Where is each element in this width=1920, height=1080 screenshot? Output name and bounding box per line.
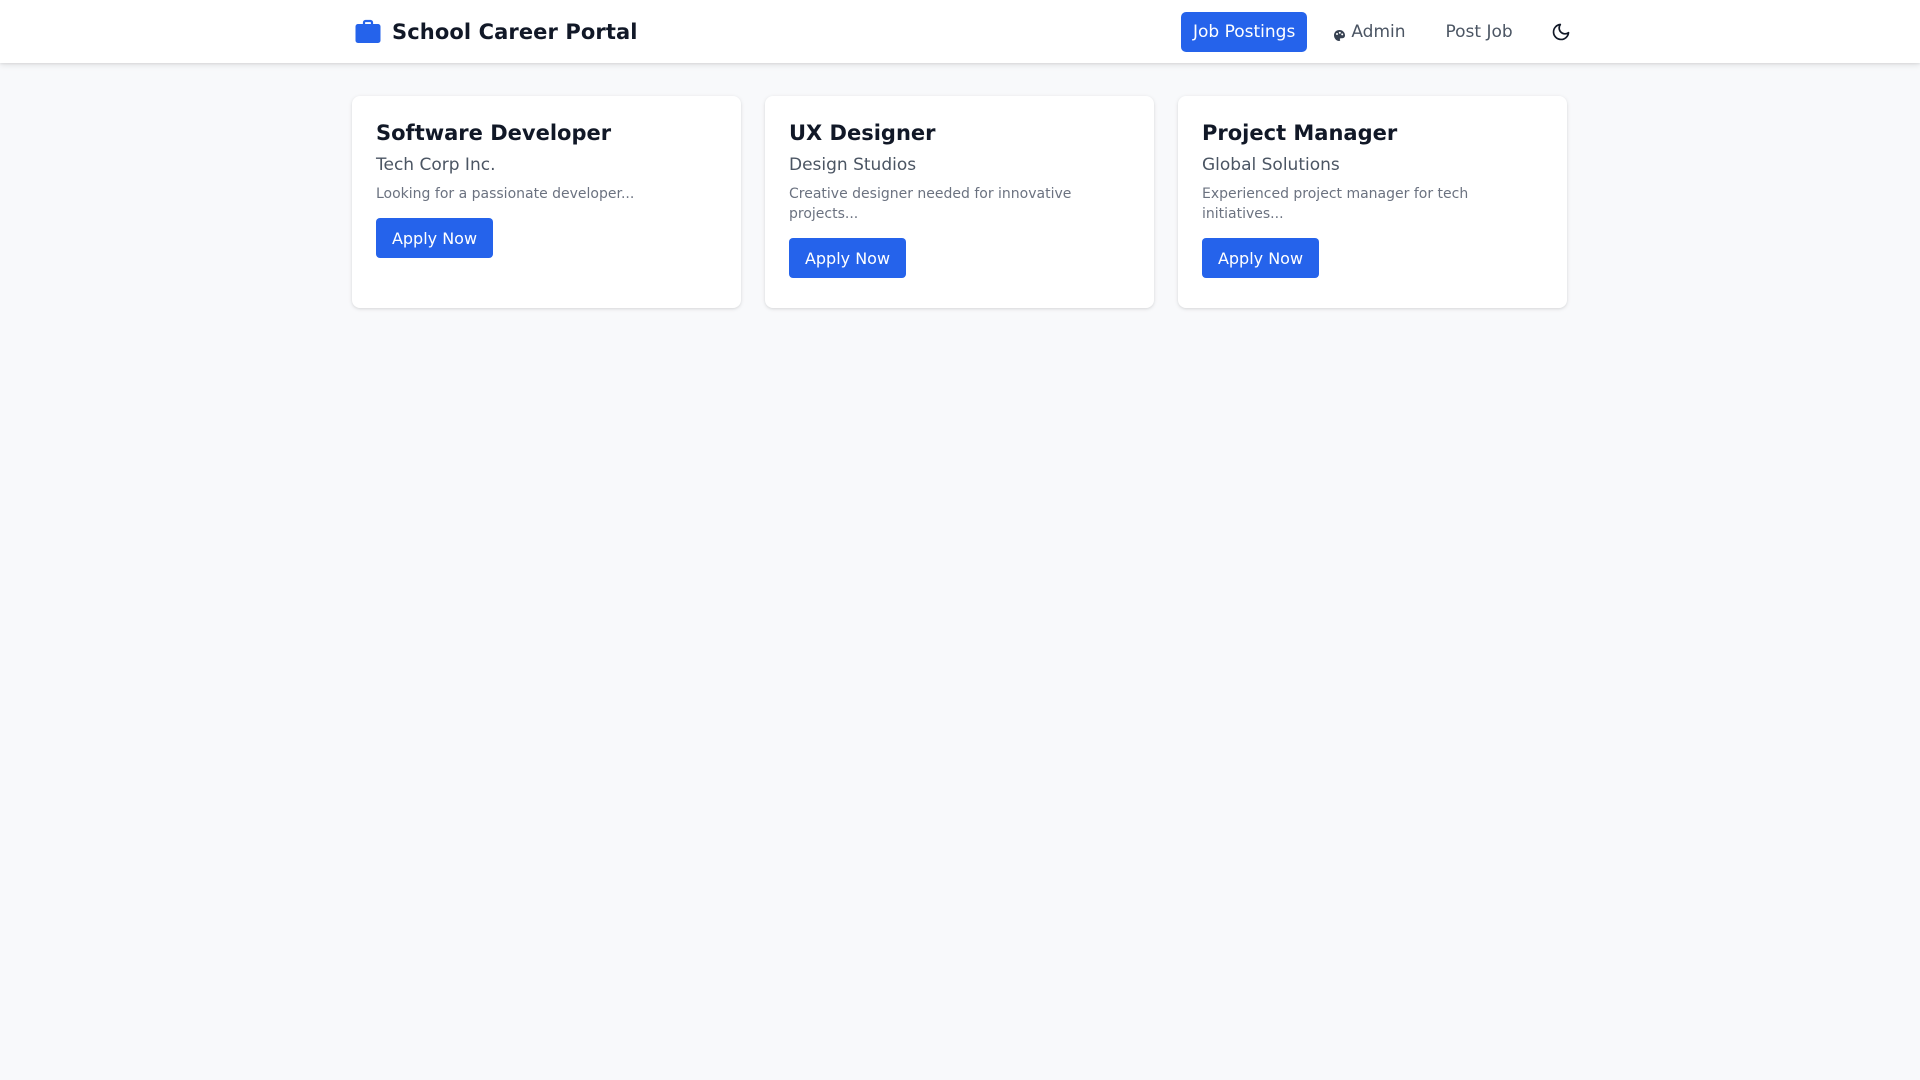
nav-post-job[interactable]: Post Job [1434,12,1525,52]
job-description: Experienced project manager for tech ini… [1202,186,1469,222]
apply-now-button[interactable]: Apply Now [1202,238,1319,278]
brand[interactable]: School Career Portal [354,0,638,63]
palette-icon [1333,27,1346,41]
job-postings-list: Software Developer Tech Corp Inc. Lookin… [352,96,1567,308]
job-card: UX Designer Design Studios Creative desi… [765,96,1154,308]
apply-now-button[interactable]: Apply Now [376,218,493,258]
job-company: Global Solutions [1202,155,1340,175]
apply-now-button[interactable]: Apply Now [789,238,906,278]
app-title: School Career Portal [392,19,638,44]
theme-toggle-button[interactable] [1543,14,1579,50]
briefcase-icon [354,18,382,46]
job-company: Design Studios [789,155,917,175]
job-description: Creative designer needed for innovative … [789,186,1072,222]
job-title: Project Manager [1202,121,1398,145]
job-card: Software Developer Tech Corp Inc. Lookin… [352,96,741,308]
job-company: Tech Corp Inc. [376,155,496,175]
nav-job-postings[interactable]: Job Postings [1181,12,1308,52]
nav-admin[interactable]: Admin [1321,12,1417,52]
job-description: Looking for a passionate developer... [376,186,635,202]
moon-icon [1551,22,1571,42]
main-nav: Job Postings Admin Post Job [1181,12,1579,52]
top-navbar: School Career Portal Job Postings Admin … [0,0,1920,63]
job-card: Project Manager Global Solutions Experie… [1178,96,1567,308]
job-title: UX Designer [789,121,936,145]
job-title: Software Developer [376,121,612,145]
nav-admin-label: Admin [1351,22,1406,42]
